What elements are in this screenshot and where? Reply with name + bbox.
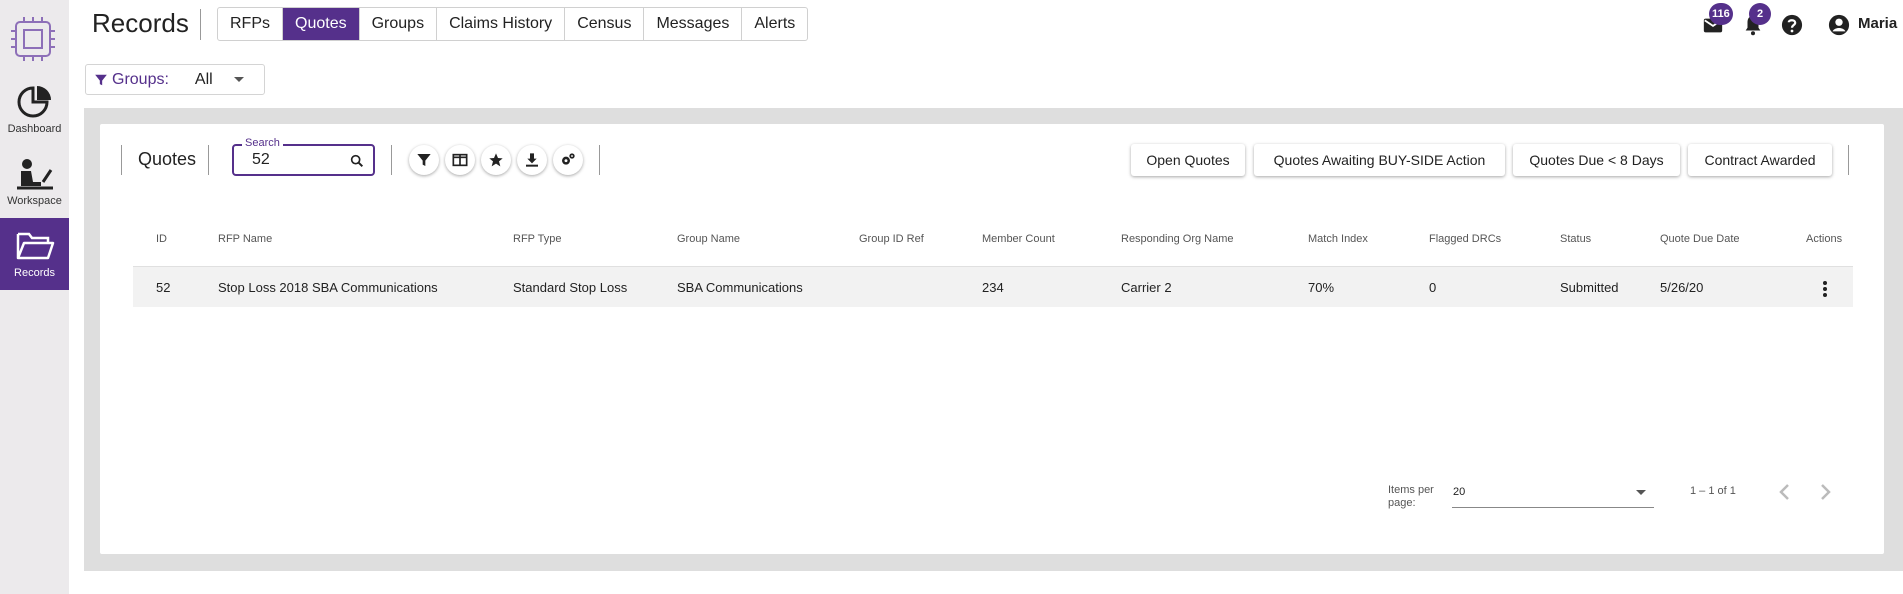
- title-divider: [200, 9, 201, 40]
- sidebar-item-workspace[interactable]: Workspace: [0, 146, 69, 218]
- cell-responding-org: Carrier 2: [1121, 280, 1172, 295]
- gears-icon: [562, 153, 575, 165]
- chevron-down-icon: [1636, 490, 1646, 495]
- chevron-down-icon: [234, 77, 244, 82]
- tab-claims-history[interactable]: Claims History: [437, 8, 566, 40]
- records-tabs: RFPs Quotes Groups Claims History Census…: [217, 7, 809, 41]
- sidebar-item-label: Dashboard: [7, 123, 62, 135]
- cell-rfp-type: Standard Stop Loss: [513, 280, 628, 295]
- section-label: Quotes: [138, 149, 197, 169]
- mail-badge: 116: [1709, 3, 1733, 25]
- sidebar-item-dashboard[interactable]: Dashboard: [0, 74, 69, 146]
- sidebar-item-label: Records: [14, 267, 55, 279]
- quotes-due-soon-button[interactable]: Quotes Due < 8 Days: [1513, 144, 1680, 176]
- items-per-page-select[interactable]: 20: [1452, 484, 1654, 508]
- quotes-awaiting-action-button[interactable]: Quotes Awaiting BUY-SIDE Action: [1254, 144, 1505, 176]
- person-at-desk-icon: [16, 159, 53, 190]
- sidebar: Dashboard Workspace Records: [0, 0, 69, 594]
- items-per-page-label: Items per page:: [1388, 484, 1434, 509]
- tab-messages[interactable]: Messages: [644, 8, 743, 40]
- open-quotes-button[interactable]: Open Quotes: [1131, 144, 1245, 176]
- user-avatar-icon[interactable]: [1828, 14, 1850, 36]
- groups-filter-select[interactable]: Groups: All: [85, 64, 265, 95]
- search-field[interactable]: Search: [232, 137, 375, 176]
- search-label: Search: [242, 137, 283, 149]
- tab-quotes[interactable]: Quotes: [283, 8, 360, 40]
- column-header-responding-org[interactable]: Responding Org Name: [1121, 233, 1234, 245]
- cell-id: 52: [156, 280, 171, 295]
- column-header-quote-due-date[interactable]: Quote Due Date: [1660, 233, 1740, 245]
- groups-filter-value: All: [194, 70, 213, 88]
- search-icon[interactable]: [349, 153, 365, 169]
- cell-match-index: 70%: [1308, 280, 1335, 295]
- column-header-id[interactable]: ID: [156, 233, 167, 245]
- previous-page-icon[interactable]: [1773, 480, 1797, 504]
- cell-member-count: 234: [982, 280, 1004, 295]
- groups-filter-label: Groups:: [112, 70, 169, 88]
- column-header-group-name[interactable]: Group Name: [677, 233, 740, 245]
- filter-button[interactable]: [409, 145, 439, 175]
- tab-census[interactable]: Census: [565, 8, 645, 40]
- page-title: Records: [92, 8, 189, 38]
- settings-button[interactable]: [553, 145, 583, 175]
- filter-icon: [417, 154, 431, 166]
- column-header-match-index[interactable]: Match Index: [1308, 233, 1368, 245]
- cell-status: Submitted: [1560, 280, 1619, 295]
- filter-icon: [95, 74, 107, 85]
- column-header-member-count[interactable]: Member Count: [982, 233, 1055, 245]
- notification-badge: 2: [1749, 3, 1771, 25]
- cell-flagged-drcs: 0: [1429, 280, 1437, 295]
- tab-alerts[interactable]: Alerts: [742, 8, 807, 40]
- help-icon[interactable]: [1781, 14, 1803, 36]
- cell-group-name: SBA Communications: [677, 280, 803, 295]
- download-icon: [526, 153, 538, 167]
- toolbar-divider: [121, 145, 122, 175]
- next-page-icon[interactable]: [1813, 480, 1837, 504]
- contract-awarded-button[interactable]: Contract Awarded: [1688, 144, 1832, 176]
- items-per-page-value: 20: [1453, 486, 1466, 498]
- pie-chart-icon: [17, 86, 51, 118]
- tab-groups[interactable]: Groups: [360, 8, 438, 40]
- column-header-flagged-drcs[interactable]: Flagged DRCs: [1429, 233, 1501, 245]
- page-range-label: 1 – 1 of 1: [1690, 485, 1736, 497]
- download-button[interactable]: [517, 145, 547, 175]
- favorites-button[interactable]: [481, 145, 511, 175]
- tab-rfps[interactable]: RFPs: [218, 8, 283, 40]
- app-logo-icon[interactable]: [6, 14, 60, 64]
- column-header-status[interactable]: Status: [1560, 233, 1591, 245]
- search-input[interactable]: [252, 151, 347, 169]
- cell-rfp-name: Stop Loss 2018 SBA Communications: [218, 280, 438, 295]
- user-name[interactable]: Maria: [1858, 15, 1897, 32]
- folder-open-icon: [16, 232, 54, 260]
- toolbar-divider: [1848, 145, 1849, 175]
- column-header-rfp-name[interactable]: RFP Name: [218, 233, 272, 245]
- star-icon: [489, 153, 503, 167]
- column-header-actions: Actions: [1806, 233, 1843, 245]
- column-header-rfp-type[interactable]: RFP Type: [513, 233, 562, 245]
- view-columns-icon: [452, 153, 468, 167]
- sidebar-item-label: Workspace: [7, 195, 62, 207]
- sidebar-item-records[interactable]: Records: [0, 218, 69, 290]
- toolbar-divider: [208, 145, 209, 175]
- column-header-group-id-ref[interactable]: Group ID Ref: [859, 233, 924, 245]
- columns-button[interactable]: [445, 145, 475, 175]
- toolbar-divider: [599, 145, 600, 175]
- more-vert-icon[interactable]: [1818, 278, 1832, 300]
- cell-quote-due-date: 5/26/20: [1660, 280, 1704, 295]
- toolbar-divider: [391, 145, 392, 175]
